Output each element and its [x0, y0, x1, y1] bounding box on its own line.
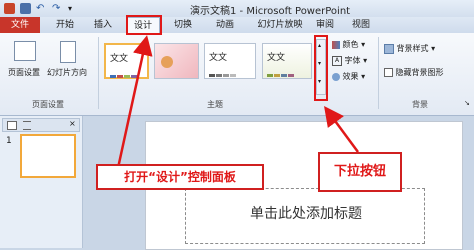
- design-arrow: [116, 35, 153, 169]
- dropdown-callout: 下拉按钮: [318, 152, 402, 192]
- annotation-arrows: [116, 35, 360, 169]
- dropdown-arrow: [324, 105, 360, 153]
- design-callout: 打开“设计”控制面板: [96, 164, 264, 190]
